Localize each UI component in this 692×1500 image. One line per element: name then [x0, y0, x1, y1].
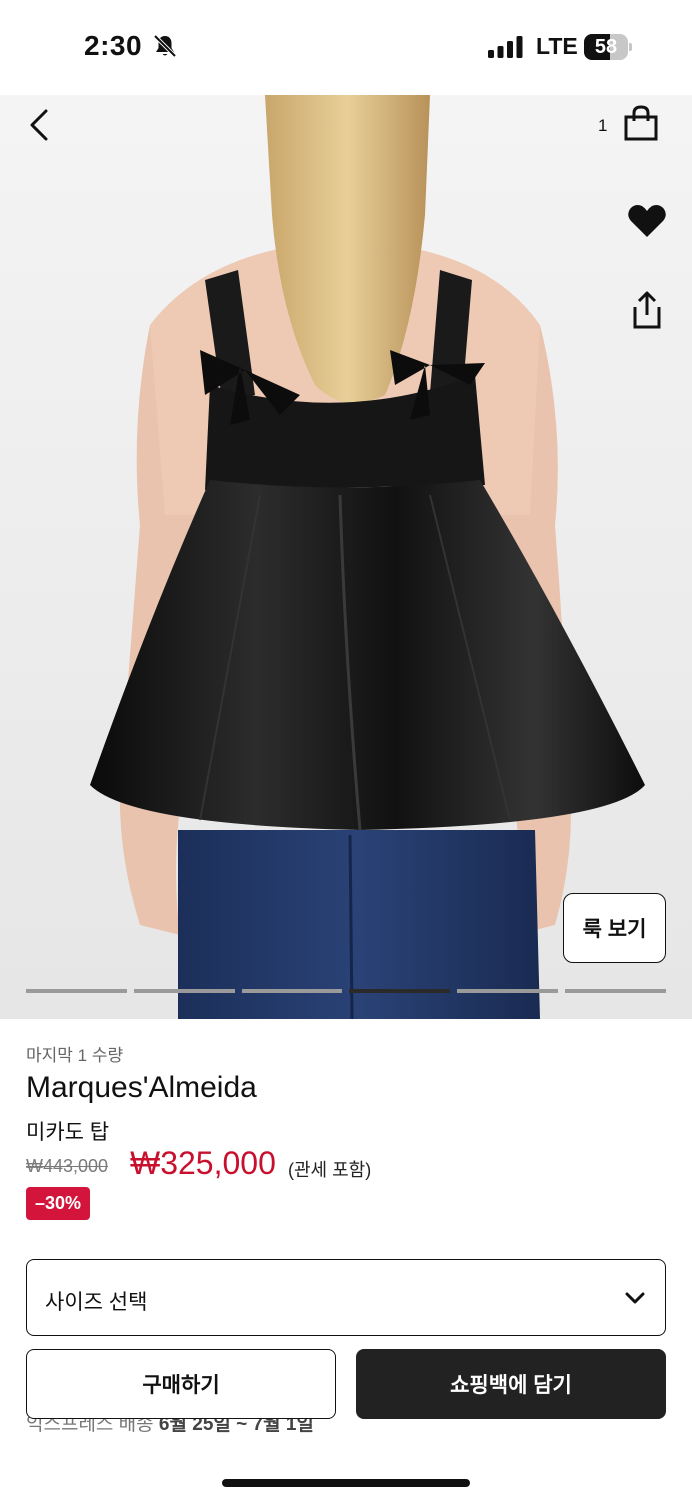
tax-note: (관세 포함) [288, 1160, 372, 1180]
shopping-bag-button[interactable]: 1 [598, 105, 664, 145]
status-time: 2:30 [84, 30, 143, 61]
carousel-segment [565, 989, 666, 993]
product-photo [0, 95, 692, 1019]
carousel-segment [457, 989, 559, 993]
buy-now-button[interactable]: 구매하기 [26, 1349, 336, 1419]
discount-badge: –30% [26, 1187, 90, 1220]
carousel-segment [241, 989, 343, 993]
heart-icon[interactable] [626, 201, 668, 241]
battery-icon: 58 [584, 34, 632, 60]
bell-slash-icon [153, 34, 177, 58]
back-button[interactable] [22, 107, 58, 143]
chevron-down-icon [625, 1292, 645, 1304]
network-type: LTE [536, 33, 578, 59]
home-indicator[interactable] [222, 1479, 470, 1487]
carousel-segment [133, 989, 235, 993]
shopping-bag-icon [624, 105, 658, 141]
size-select-label: 사이즈 선택 [45, 1291, 148, 1314]
product-image-gallery[interactable]: 1 룩 보기 [0, 95, 692, 1019]
view-look-button[interactable]: 룩 보기 [563, 893, 666, 963]
brand-name[interactable]: Marques'Almeida [26, 1071, 257, 1105]
carousel-segment [349, 989, 451, 993]
original-price: ₩443,000 [26, 1156, 109, 1176]
carousel-segment [26, 989, 127, 993]
cellular-signal-icon [488, 36, 523, 58]
size-select-dropdown[interactable]: 사이즈 선택 [26, 1259, 666, 1336]
product-name: 미카도 탑 [26, 1121, 110, 1144]
share-icon[interactable] [628, 291, 666, 331]
stock-note: 마지막 1 수량 [26, 1046, 124, 1065]
sale-price: ₩325,000 [130, 1145, 276, 1181]
carousel-indicator [26, 989, 666, 993]
status-bar: 2:30 LTE 58 [0, 0, 692, 95]
bag-count: 1 [598, 116, 608, 135]
add-to-bag-button[interactable]: 쇼핑백에 담기 [356, 1349, 666, 1419]
battery-level: 58 [594, 36, 618, 58]
